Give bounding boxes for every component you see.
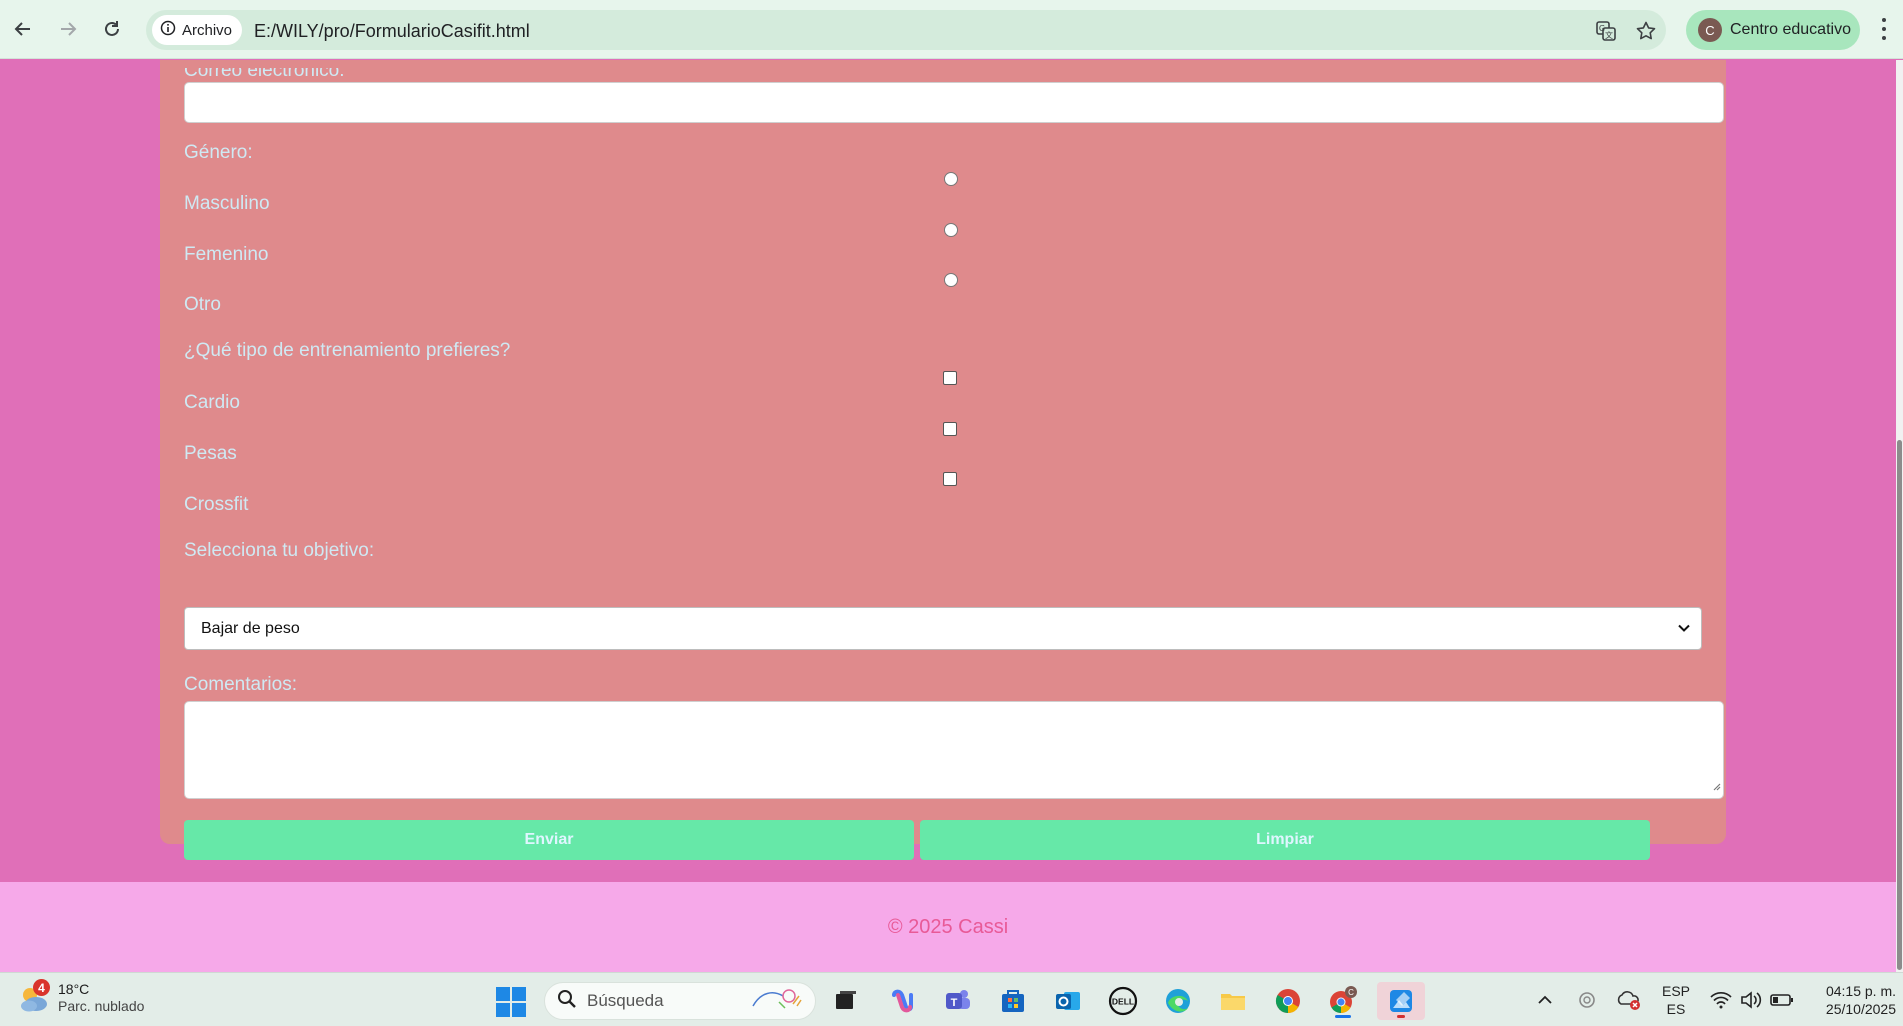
radio-otro[interactable] <box>944 273 958 287</box>
svg-text:G: G <box>1599 24 1605 33</box>
chrome-icon[interactable] <box>1268 982 1308 1020</box>
weather-condition: Parc. nublado <box>58 998 145 1014</box>
clock-date: 25/10/2025 <box>1825 1001 1896 1017</box>
search-highlight-icon <box>749 986 805 1017</box>
language-indicator[interactable]: ESP ES <box>1662 982 1690 1018</box>
search-placeholder: Búsqueda <box>587 991 664 1010</box>
volume-icon[interactable] <box>1740 973 1762 1026</box>
weather-temp: 18°C <box>58 981 90 997</box>
wifi-icon[interactable] <box>1710 973 1732 1026</box>
browser-toolbar: Archivo E:/WILY/pro/FormularioCasifit.ht… <box>0 0 1903 59</box>
training-option-label: Cardio <box>184 392 240 413</box>
outlook-icon[interactable] <box>1048 982 1088 1020</box>
battery-icon[interactable] <box>1770 973 1794 1026</box>
email-label: Correo electrónico: <box>184 60 345 81</box>
email-field[interactable] <box>184 82 1724 123</box>
partly-cloudy-icon: 4 <box>16 979 50 1015</box>
copilot-icon[interactable] <box>882 982 922 1020</box>
svg-text:T: T <box>951 997 958 1009</box>
radio-femenino[interactable] <box>944 223 958 237</box>
profile-name: Centro educativo <box>1730 21 1851 38</box>
page-footer: © 2025 Cassi <box>0 882 1896 972</box>
photos-app-icon[interactable] <box>1377 982 1425 1020</box>
submit-button[interactable]: Enviar <box>184 820 914 860</box>
clock-time: 04:15 p. m. <box>1825 983 1896 999</box>
windows-taskbar: 4 18°C Parc. nublado Búsqueda T DELL C E… <box>0 972 1903 1026</box>
dell-icon[interactable]: DELL <box>1103 982 1143 1020</box>
registration-form: Correo electrónico: Género: Masculino Fe… <box>160 60 1726 860</box>
comments-label: Comentarios: <box>184 674 297 695</box>
weather-widget[interactable]: 4 18°C Parc. nublado <box>16 979 145 1015</box>
windows-start-icon[interactable] <box>496 987 526 1017</box>
reload-icon[interactable] <box>97 14 127 44</box>
resize-grip-icon[interactable] <box>1711 778 1721 796</box>
show-hidden-icons[interactable] <box>1536 973 1554 1026</box>
reset-button[interactable]: Limpiar <box>920 820 1650 860</box>
gender-label: Género: <box>184 142 253 163</box>
svg-text:文: 文 <box>1605 30 1613 40</box>
svg-text:C: C <box>1348 988 1354 997</box>
weather-alert-badge: 4 <box>33 979 50 996</box>
scroll-thumb[interactable] <box>1897 440 1902 970</box>
back-icon[interactable] <box>8 14 38 44</box>
lang-bottom: ES <box>1666 1001 1686 1017</box>
checkbox-pesas[interactable] <box>943 422 957 436</box>
chrome-profile-icon[interactable]: C <box>1323 982 1363 1020</box>
training-option-label: Pesas <box>184 443 237 464</box>
comments-textarea[interactable] <box>184 701 1724 799</box>
goal-selected-value: Bajar de peso <box>201 619 300 637</box>
avatar: C <box>1698 18 1722 42</box>
sync-icon[interactable] <box>1576 973 1598 1026</box>
search-icon <box>557 989 577 1014</box>
checkbox-crossfit[interactable] <box>943 472 957 486</box>
address-bar[interactable]: Archivo E:/WILY/pro/FormularioCasifit.ht… <box>146 10 1666 50</box>
taskbar-search[interactable]: Búsqueda <box>544 982 816 1020</box>
footer-copyright: © 2025 Cassi <box>887 915 1009 938</box>
radio-masculino[interactable] <box>944 172 958 186</box>
teams-icon[interactable]: T <box>938 982 978 1020</box>
gender-option-label: Femenino <box>184 244 269 265</box>
lang-top: ESP <box>1662 983 1691 999</box>
goal-select[interactable]: Bajar de peso <box>184 607 1702 650</box>
file-explorer-icon[interactable] <box>1213 982 1253 1020</box>
training-option-label: Crossfit <box>184 494 249 515</box>
translate-icon[interactable]: 文G <box>1594 19 1618 43</box>
site-info-chip[interactable]: Archivo <box>152 15 243 45</box>
goal-label: Selecciona tu objetivo: <box>184 540 375 561</box>
gender-option-label: Masculino <box>184 193 270 214</box>
page-scrollbar[interactable] <box>1896 60 1903 972</box>
forward-icon[interactable] <box>53 14 83 44</box>
browser-menu-icon[interactable] <box>1876 16 1892 42</box>
bookmark-star-icon[interactable] <box>1634 19 1658 43</box>
onedrive-error-icon[interactable] <box>1616 973 1642 1026</box>
site-chip-label: Archivo <box>182 21 233 39</box>
svg-text:DELL: DELL <box>1112 997 1134 1007</box>
edge-icon[interactable] <box>1158 982 1198 1020</box>
task-view-icon[interactable] <box>826 982 866 1020</box>
page-viewport: Correo electrónico: Género: Masculino Fe… <box>0 60 1896 972</box>
info-icon <box>160 20 176 40</box>
gender-option-label: Otro <box>184 294 221 315</box>
taskbar-clock[interactable]: 04:15 p. m. 25/10/2025 <box>1810 982 1896 1018</box>
store-icon[interactable] <box>993 982 1033 1020</box>
checkbox-cardio[interactable] <box>943 371 957 385</box>
profile-button[interactable]: C Centro educativo <box>1686 10 1860 50</box>
chevron-down-icon <box>1677 621 1691 640</box>
training-label: ¿Qué tipo de entrenamiento prefieres? <box>184 340 511 361</box>
url-text[interactable]: E:/WILY/pro/FormularioCasifit.html <box>254 21 530 42</box>
